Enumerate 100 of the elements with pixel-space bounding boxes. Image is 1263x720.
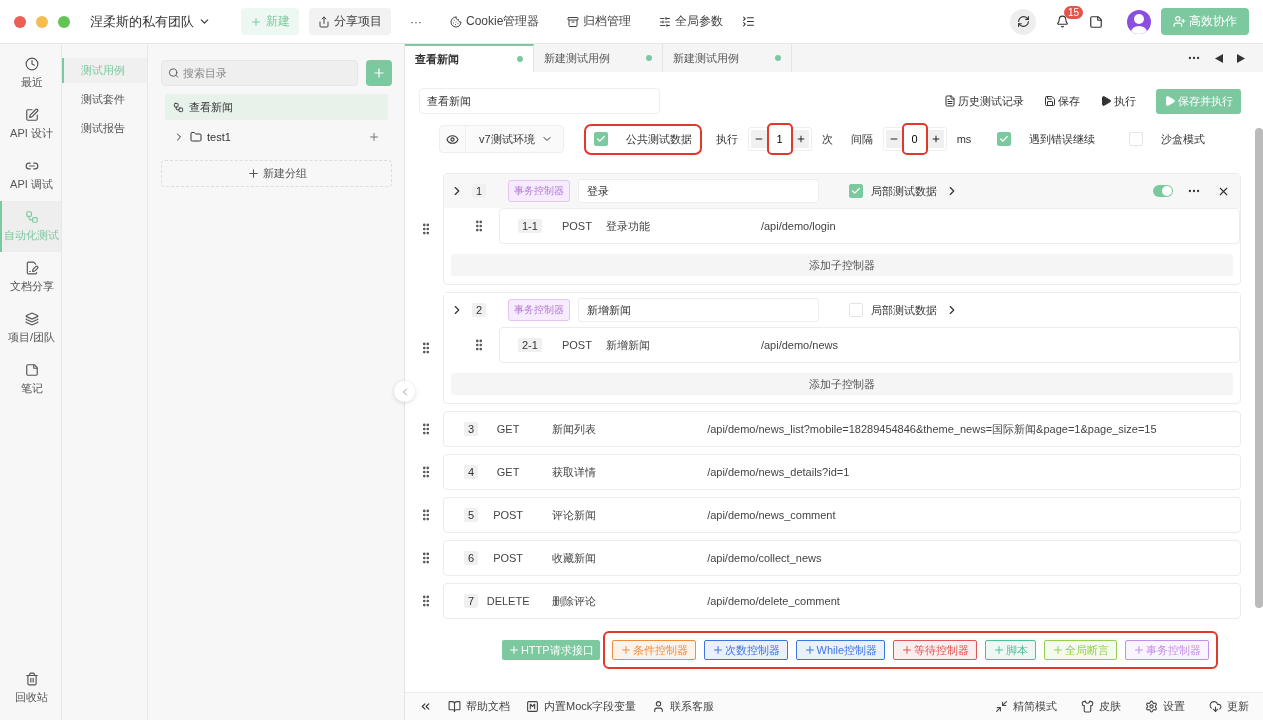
checkbox[interactable] (593, 132, 608, 146)
request-card[interactable]: 6 POST 收藏新闻 /api/demo/collect_news (443, 540, 1241, 576)
collapse-icon[interactable] (419, 700, 432, 713)
status-bar-item[interactable]: 帮助文档 (448, 699, 510, 714)
document-icon (24, 261, 39, 275)
play-icon (1164, 95, 1176, 107)
save-icon (1044, 95, 1056, 107)
nav-item[interactable]: 文档分享 (0, 252, 61, 303)
action-button[interactable]: 执行 (1094, 93, 1142, 109)
add-child-button[interactable]: 添加子控制器 (451, 254, 1233, 276)
status-bar-item[interactable]: 更新 (1209, 699, 1249, 714)
close-window-icon[interactable] (14, 15, 26, 28)
method-label: GET (495, 423, 521, 435)
request-card[interactable]: 5 POST 评论新闻 /api/demo/news_comment (443, 497, 1241, 533)
local-data-label: 局部测试数据 (871, 302, 938, 318)
unit-label: 次 (821, 131, 833, 147)
subnav-item[interactable]: 测试报告 (62, 116, 147, 141)
add-child-button[interactable]: 添加子控制器 (451, 373, 1233, 395)
search-field[interactable]: 搜索目录 (161, 60, 358, 86)
step-number: 4 (464, 465, 479, 479)
search-input[interactable]: 搜索目录 (181, 66, 351, 80)
subnav-item[interactable]: 测试套件 (62, 87, 147, 112)
nav-item[interactable]: 回收站 (0, 663, 61, 714)
request-path: /api/demo/news_comment (707, 509, 836, 521)
toolbar-button[interactable]: 分享项目 (309, 8, 391, 35)
nav-item[interactable]: API 设计 (0, 99, 61, 150)
eye-icon (446, 132, 459, 146)
unit-label: ms (956, 133, 972, 145)
case-name-field[interactable]: 查看新闻 (419, 88, 660, 114)
toggle-switch[interactable] (1153, 185, 1173, 197)
number-field[interactable]: 1 (768, 125, 791, 153)
status-bar-item[interactable]: 内置Mock字段变量 (526, 699, 637, 714)
trash-icon (24, 672, 39, 686)
user-icon (652, 700, 666, 713)
note-icon[interactable] (1089, 14, 1103, 29)
plus-icon (795, 134, 806, 144)
tab[interactable]: 新建测试用例 (663, 44, 792, 72)
request-name: 删除评论 (552, 593, 598, 609)
stepper-label: 执行 (715, 131, 738, 147)
next-icon[interactable] (1237, 53, 1245, 63)
edit-icon (24, 108, 39, 122)
user-plus-icon (1173, 15, 1186, 28)
request-card[interactable]: 2-1 POST 新增新闻 /api/demo/news (499, 327, 1240, 363)
scrollbar[interactable] (1255, 128, 1263, 608)
request-name: 新闻列表 (552, 421, 598, 437)
controller-name-field[interactable]: 登录 (578, 179, 820, 203)
toolbar-button[interactable]: 全局参数 (650, 8, 733, 35)
plus-icon (930, 134, 941, 144)
collapse-menu-icon[interactable] (742, 15, 756, 28)
request-card[interactable]: 4 GET 获取详情 /api/demo/news_details?id=1 (443, 454, 1241, 490)
flow-icon (173, 101, 184, 113)
action-button[interactable]: 历史测试记录 (938, 93, 1030, 109)
more-button[interactable]: ··· (401, 9, 431, 34)
avatar[interactable] (1127, 9, 1151, 34)
add-controller-button[interactable]: 次数控制器 (703, 640, 788, 660)
new-group-button[interactable]: 新建分组 (161, 160, 392, 187)
book-icon (448, 700, 461, 713)
nav-item[interactable]: 最近 (0, 48, 61, 99)
status-bar-item[interactable]: 联系客服 (652, 699, 715, 714)
request-path: /api/demo/collect_news (707, 552, 822, 564)
plus-icon[interactable] (368, 131, 380, 143)
sync-button[interactable] (1010, 8, 1036, 35)
note-icon (24, 363, 39, 377)
toolbar-button[interactable]: 归档管理 (558, 8, 641, 35)
nav-item[interactable]: 项目/团队 (0, 303, 61, 354)
nav-item[interactable]: 笔记 (0, 354, 61, 405)
request-path: /api/demo/news_details?id=1 (707, 466, 850, 478)
plus-icon (803, 644, 816, 656)
public-data-label: 公共测试数据 (625, 131, 692, 147)
number-field[interactable]: 0 (903, 125, 926, 153)
status-bar-item[interactable]: 设置 (1145, 699, 1185, 714)
request-card[interactable]: 7 DELETE 删除评论 /api/demo/delete_comment (443, 583, 1241, 619)
toolbar-button[interactable]: Cookie管理器 (441, 8, 549, 35)
bell-icon[interactable] (1056, 15, 1069, 28)
nav-item[interactable]: API 调试 (0, 150, 61, 201)
play-icon (1100, 95, 1112, 107)
team-selector[interactable]: 涅柔斯的私有团队 (90, 12, 211, 31)
settings-icon (1145, 700, 1158, 713)
checkbox[interactable] (997, 132, 1012, 146)
tab[interactable]: 新建测试用例 (534, 44, 663, 72)
tab[interactable]: 查看新闻 (405, 44, 534, 72)
environment-select[interactable]: v7测试环境 (439, 125, 564, 153)
checkbox[interactable] (849, 184, 864, 198)
action-button[interactable]: 保存 (1038, 93, 1086, 109)
search-icon (168, 67, 180, 79)
check-icon (595, 134, 606, 144)
status-bar-item[interactable]: 精简模式 (995, 699, 1057, 714)
decrement-button[interactable] (885, 130, 902, 148)
add-controller-button[interactable]: 等待控制器 (893, 640, 978, 660)
tree-item[interactable]: 查看新闻 (165, 94, 388, 120)
tree-item[interactable]: test1 (165, 124, 388, 150)
controller-name-field[interactable]: 新增新闻 (578, 298, 820, 322)
request-card[interactable]: 1-1 POST 登录功能 /api/demo/login (499, 208, 1240, 244)
request-name: 获取详情 (552, 464, 598, 480)
request-card[interactable]: 3 GET 新闻列表 /api/demo/news_list?mobile=18289454846&theme_news=国际新闻&page=1&page_size=15 (443, 411, 1241, 447)
checkbox-label: 遇到错误继续 (1029, 131, 1096, 147)
previous-icon[interactable] (1215, 53, 1223, 63)
status-bar-item[interactable]: 皮肤 (1081, 699, 1121, 714)
add-controller-button[interactable]: While控制器 (795, 640, 886, 660)
decrement-button[interactable] (750, 130, 767, 148)
